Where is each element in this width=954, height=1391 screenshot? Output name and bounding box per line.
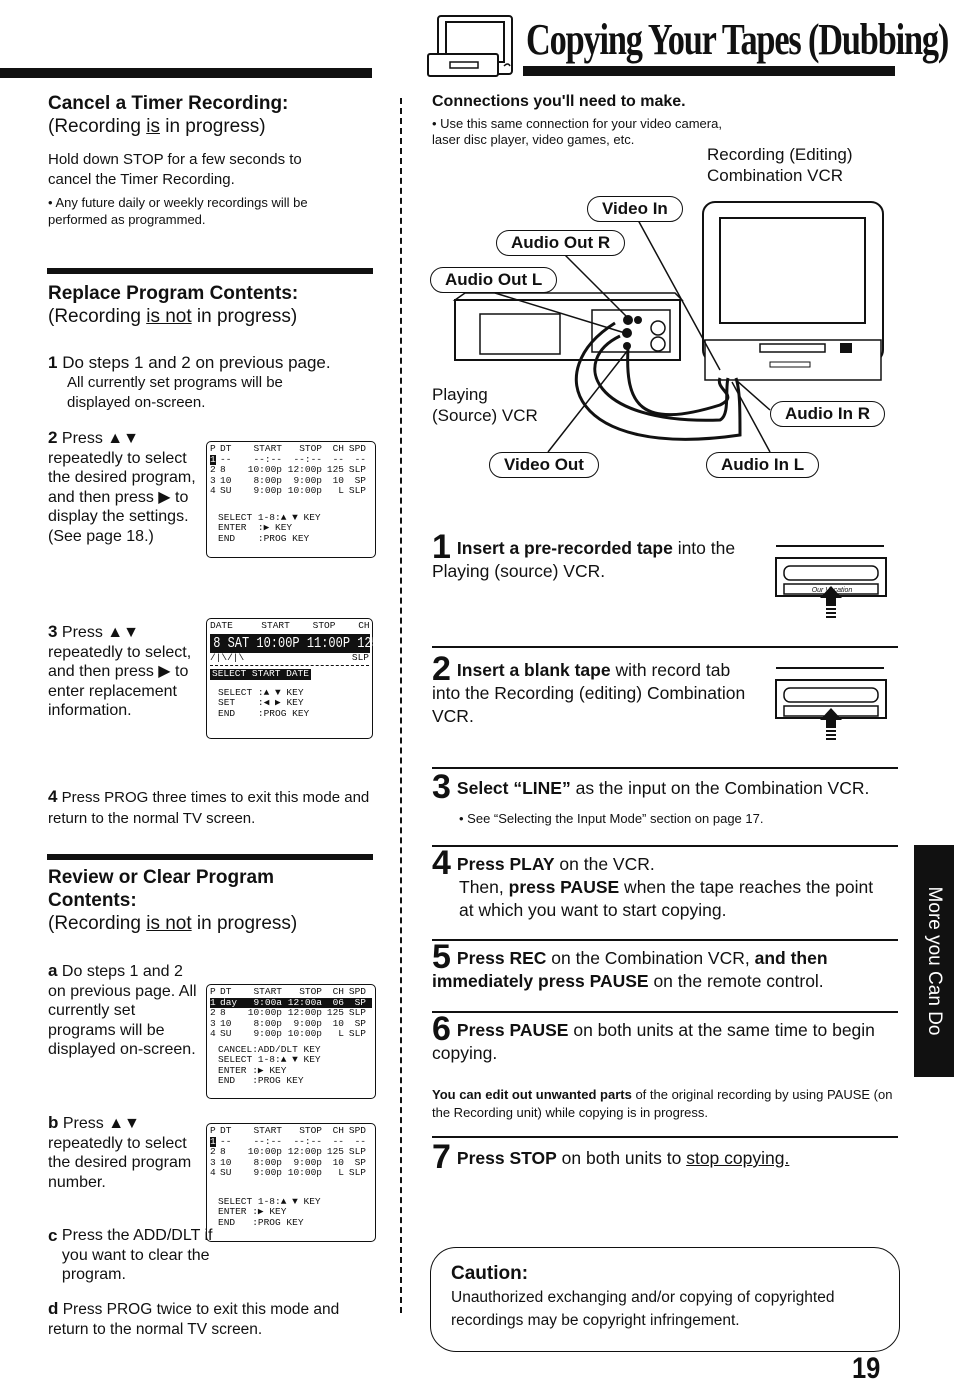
osd-key-hint: END :PROG KEY <box>218 707 310 719</box>
playing-vcr-illustration <box>452 292 684 361</box>
step-rule <box>432 767 898 769</box>
replace-step-2: 2 Press ▲▼ repeatedly to select the desi… <box>48 428 196 545</box>
tv-vcr-icon <box>426 14 518 80</box>
osd-edit-header: DATE START STOP CH <box>210 620 370 631</box>
osd-program-list-2: P DT START STOP CH SPD 1 day 9:00a 12:00a 06 SP 28… <box>206 984 376 1099</box>
osd-row: 4 SU 9:00p 10:00p L SLP <box>210 1167 366 1178</box>
page-title: Copying Your Tapes (Dubbing) <box>526 15 949 64</box>
replace-subheading: (Recording is not in progress) <box>48 306 298 327</box>
connections-heading: Connections you'll need to make. <box>432 93 686 110</box>
cancel-subheading: (Recording is in progress) <box>48 116 266 137</box>
osd-key-hint: ENTER :▶ KEY <box>218 1206 287 1217</box>
review-step-c: c Press the ADD/DLT if you want to clear… <box>48 1226 213 1283</box>
edit-note: You can edit out unwanted parts of the o… <box>432 1087 893 1120</box>
cancel-bullet: • Any future daily or weekly recordings … <box>48 195 308 227</box>
dubbing-step-6: 6 Press PAUSE on both units at the same t… <box>432 1010 875 1063</box>
cancel-body: Hold down STOP for a few seconds to canc… <box>48 151 302 188</box>
connection-diagram <box>420 190 910 490</box>
caution-box: Caution: Unauthorized exchanging and/or … <box>430 1247 900 1352</box>
review-step-b: b Press ▲▼ repeatedly to select the desi… <box>48 1113 192 1191</box>
insert-tape-icon: Our Vacation <box>774 542 889 626</box>
dubbing-step-7: 7 Press STOP on both units to stop copyin… <box>432 1138 790 1176</box>
connections-bullet: • Use this same connection for your vide… <box>432 116 722 147</box>
step-3-note: • See “Selecting the Input Mode” section… <box>459 811 764 826</box>
dubbing-step-3: 3 Select “LINE” as the input on the Combi… <box>432 768 870 806</box>
osd-edit-speed: SLP <box>351 651 369 663</box>
audio-out-r-label: Audio Out R <box>496 230 626 256</box>
cancel-heading: Cancel a Timer Recording: <box>48 93 289 114</box>
osd-key-hint: SELECT 1-8:▲ ▼ KEY <box>218 1054 321 1065</box>
recording-vcr-label: Recording (Editing) Combination VCR <box>707 145 853 185</box>
osd-program-list-3: P DT START STOP CH SPD 1 -- --:-- --:-- -- -- 2 8 10… <box>206 1123 376 1242</box>
header-rule-right <box>523 66 895 76</box>
video-out-label: Video Out <box>489 452 599 478</box>
step-rule <box>432 1011 898 1013</box>
replace-heading: Replace Program Contents: <box>48 283 299 304</box>
step-rule <box>432 939 898 941</box>
page-number: 19 <box>852 1352 881 1385</box>
section-side-tab: More you Can Do <box>914 845 954 1077</box>
audio-in-r-label: Audio In R <box>770 401 885 427</box>
cancel-section: Cancel a Timer Recording: (Recording is … <box>48 92 368 228</box>
replace-step-3: 3 Press ▲▼ repeatedly to select, and the… <box>48 622 192 719</box>
osd-row: 4 SU 9:00p 10:00p L SLP <box>210 485 366 496</box>
caution-title: Caution: <box>451 1263 529 1284</box>
section-rule <box>47 854 373 860</box>
osd-key-hint: SET :◀ ▶ KEY <box>218 697 304 708</box>
combination-vcr-tv-illustration <box>702 201 884 381</box>
audio-out-l-label: Audio Out L <box>430 267 558 293</box>
review-step-a: a Do steps 1 and 2 on previous page. All… <box>48 961 197 1058</box>
osd-header-row: P DT START STOP CH SPD <box>210 443 366 454</box>
replace-step-4: 4 Press PROG three times to exit this mo… <box>48 787 370 827</box>
replace-step-1: 1 Do steps 1 and 2 on previous page. All… <box>48 353 331 411</box>
osd-program-list-1: P DT START STOP CH SPD 1 -- --:-- --:-- -- -- 2 8 10… <box>206 441 376 558</box>
review-step-d: d Press PROG twice to exit this mode and… <box>48 1299 340 1338</box>
osd-row: 2 8 10:00p 12:00p 125 SLP <box>210 1007 366 1018</box>
replace-section: Replace Program Contents: (Recording is … <box>48 282 373 328</box>
review-section: Review or Clear Program Contents: (Recor… <box>48 866 338 935</box>
step-rule <box>432 845 898 847</box>
insert-blank-tape-icon <box>774 664 889 748</box>
video-in-label: Video In <box>587 196 683 222</box>
audio-in-l-label: Audio In L <box>706 452 820 478</box>
osd-header-row: P DT START STOP CH SPD <box>210 986 366 997</box>
caution-body: Unauthorized exchanging and/or copying o… <box>451 1289 835 1329</box>
osd-key-hint: END :PROG KEY <box>218 532 310 544</box>
osd-row: 4 SU 9:00p 10:00p L SLP <box>210 1028 366 1039</box>
side-tab-label: More you Can Do <box>924 886 945 1036</box>
osd-edit-screen: DATE START STOP CH 8 SAT 10:00P 11:00P 1… <box>206 618 379 739</box>
osd-key-hint: END :PROG KEY <box>218 1075 304 1086</box>
osd-edit-values: 8 SAT 10:00P 11:00P 125 <box>210 633 379 653</box>
dubbing-step-2: 2 Insert a blank tape with record tab int… <box>432 650 746 726</box>
osd-edit-status: SELECT START DATE <box>210 668 311 680</box>
dubbing-step-1: 1 Insert a pre-recorded tape into the Pla… <box>432 528 736 581</box>
review-heading: Review or Clear Program Contents: <box>48 867 274 911</box>
step-rule <box>432 1136 898 1138</box>
osd-row: 2 8 10:00p 12:00p 125 SLP <box>210 1146 366 1157</box>
osd-row: 2 8 10:00p 12:00p 125 SLP <box>210 464 366 475</box>
column-divider <box>400 98 402 1313</box>
osd-header-row: P DT START STOP CH SPD <box>210 1125 366 1136</box>
dubbing-step-4: 4 Press PLAY on the VCR. Then, press PAUS… <box>432 844 874 920</box>
playing-vcr-label: Playing (Source) VCR <box>432 385 538 425</box>
step-rule <box>432 646 898 648</box>
review-subheading: (Recording is not in progress) <box>48 913 298 934</box>
section-rule <box>47 268 373 274</box>
header-rule-left <box>0 68 372 78</box>
osd-key-hint: ENTER :▶ KEY <box>218 522 293 533</box>
dubbing-step-5: 5 Press REC on the Combination VCR, and t… <box>432 938 828 991</box>
